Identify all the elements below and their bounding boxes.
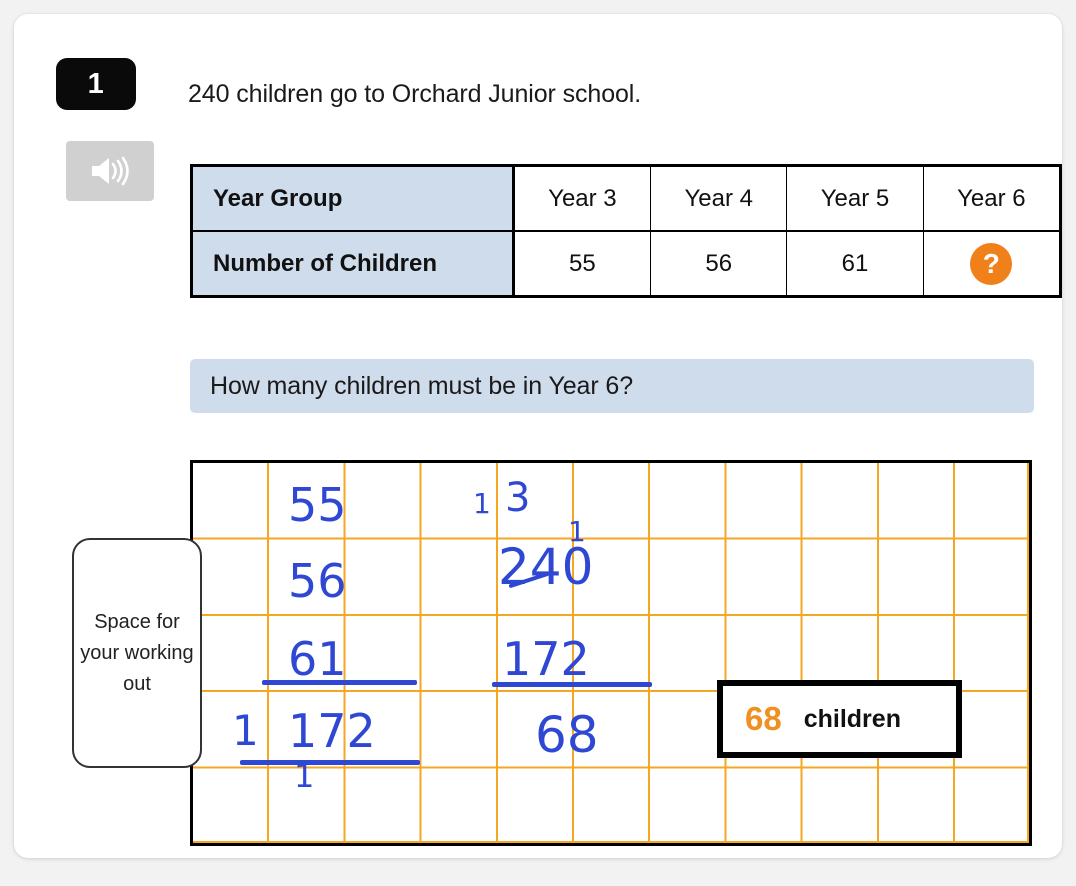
- question-mark-icon: ?: [970, 242, 1013, 285]
- count-year-6-unknown: ?: [922, 230, 1062, 297]
- answer-value: 68: [745, 700, 782, 737]
- working-out-area: Space for your working out 55 56 61 1 17…: [72, 460, 1032, 846]
- question-prompt-text: How many children must be in Year 6?: [210, 371, 634, 400]
- audio-play-button[interactable]: [66, 141, 154, 201]
- header-year-3: Year 3: [512, 165, 652, 232]
- header-year-5: Year 5: [786, 165, 924, 232]
- year-group-table: Year Group Year 3 Year 4 Year 5 Year 6 N…: [190, 164, 1062, 298]
- question-statement: 240 children go to Orchard Junior school…: [188, 80, 642, 108]
- answer-unit: children: [803, 704, 901, 733]
- row-label-year-group: Year Group: [191, 165, 515, 232]
- working-out-grid[interactable]: [190, 460, 1032, 846]
- question-prompt-banner: How many children must be in Year 6?: [190, 359, 1034, 413]
- table-row: Number of Children 55 56 61 ?: [191, 230, 1062, 297]
- answer-box[interactable]: 68 children: [717, 680, 962, 758]
- question-card: 1 240 children go to Orchard Junior scho…: [14, 14, 1062, 858]
- table-row: Year Group Year 3 Year 4 Year 5 Year 6: [191, 165, 1062, 232]
- working-out-label: Space for your working out: [72, 538, 202, 768]
- count-year-3: 55: [512, 230, 652, 297]
- row-label-number-of-children: Number of Children: [191, 230, 515, 297]
- header-year-4: Year 4: [650, 165, 788, 232]
- count-year-4: 56: [650, 230, 788, 297]
- question-number-badge: 1: [56, 58, 136, 110]
- count-year-5: 61: [786, 230, 924, 297]
- speaker-icon: [88, 154, 132, 188]
- worksheet-page: 1 240 children go to Orchard Junior scho…: [0, 0, 1076, 886]
- header-year-6: Year 6: [922, 165, 1062, 232]
